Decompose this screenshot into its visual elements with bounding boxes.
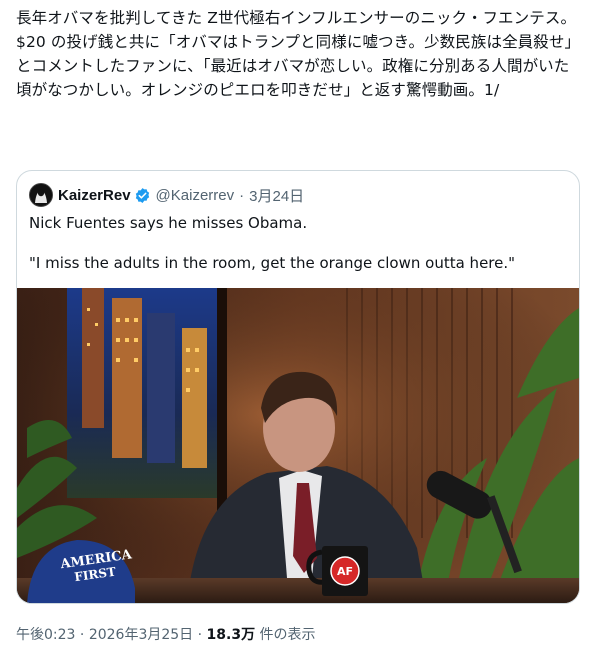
author-name[interactable]: KaizerRev (58, 187, 131, 204)
separator-dot: · (239, 186, 245, 204)
view-count: 18.3万 (206, 627, 256, 643)
video-frame: AMERICA FIRST AF (17, 288, 579, 603)
quoted-post-text: Nick Fuentes says he misses Obama. "I mi… (29, 213, 569, 273)
view-count-label: 件の表示 (259, 627, 316, 643)
post-meta: 午後0:23 · 2026年3月25日 · 18.3万 件の表示 (16, 624, 316, 644)
post-text-line: 長年オバマを批判してきた Z世代極右インフルエンサーのニック・フエンテス。 (16, 9, 577, 27)
post-date[interactable]: 2026年3月25日 (89, 627, 193, 643)
quoted-text-line: Nick Fuentes says he misses Obama. (29, 214, 308, 232)
author-handle[interactable]: @Kaizerrev (156, 187, 235, 204)
post: 長年オバマを批判してきた Z世代極右インフルエンサーのニック・フエンテス。 $2… (0, 0, 598, 654)
separator-dot: · (79, 627, 85, 643)
quoted-post[interactable]: KaizerRev @Kaizerrev · 3月24日 Nick Fuente… (16, 170, 580, 604)
post-text-line: $20 の投げ銭と共に「オバマはトランプと同様に嘘つき。少数民族は全員殺せ」とコ… (16, 33, 581, 99)
video-thumbnail[interactable]: AMERICA FIRST AF (17, 288, 579, 603)
quoted-post-header: KaizerRev @Kaizerrev · 3月24日 (29, 183, 304, 207)
avatar[interactable] (29, 183, 53, 207)
post-time[interactable]: 午後0:23 (16, 627, 75, 643)
separator-dot: · (197, 627, 203, 643)
quoted-text-line: "I miss the adults in the room, get the … (29, 254, 516, 272)
post-date[interactable]: 3月24日 (249, 185, 304, 206)
post-body: 長年オバマを批判してきた Z世代極右インフルエンサーのニック・フエンテス。 $2… (16, 6, 582, 102)
verified-badge-icon (134, 187, 151, 204)
mug-logo-text: AF (337, 565, 353, 578)
